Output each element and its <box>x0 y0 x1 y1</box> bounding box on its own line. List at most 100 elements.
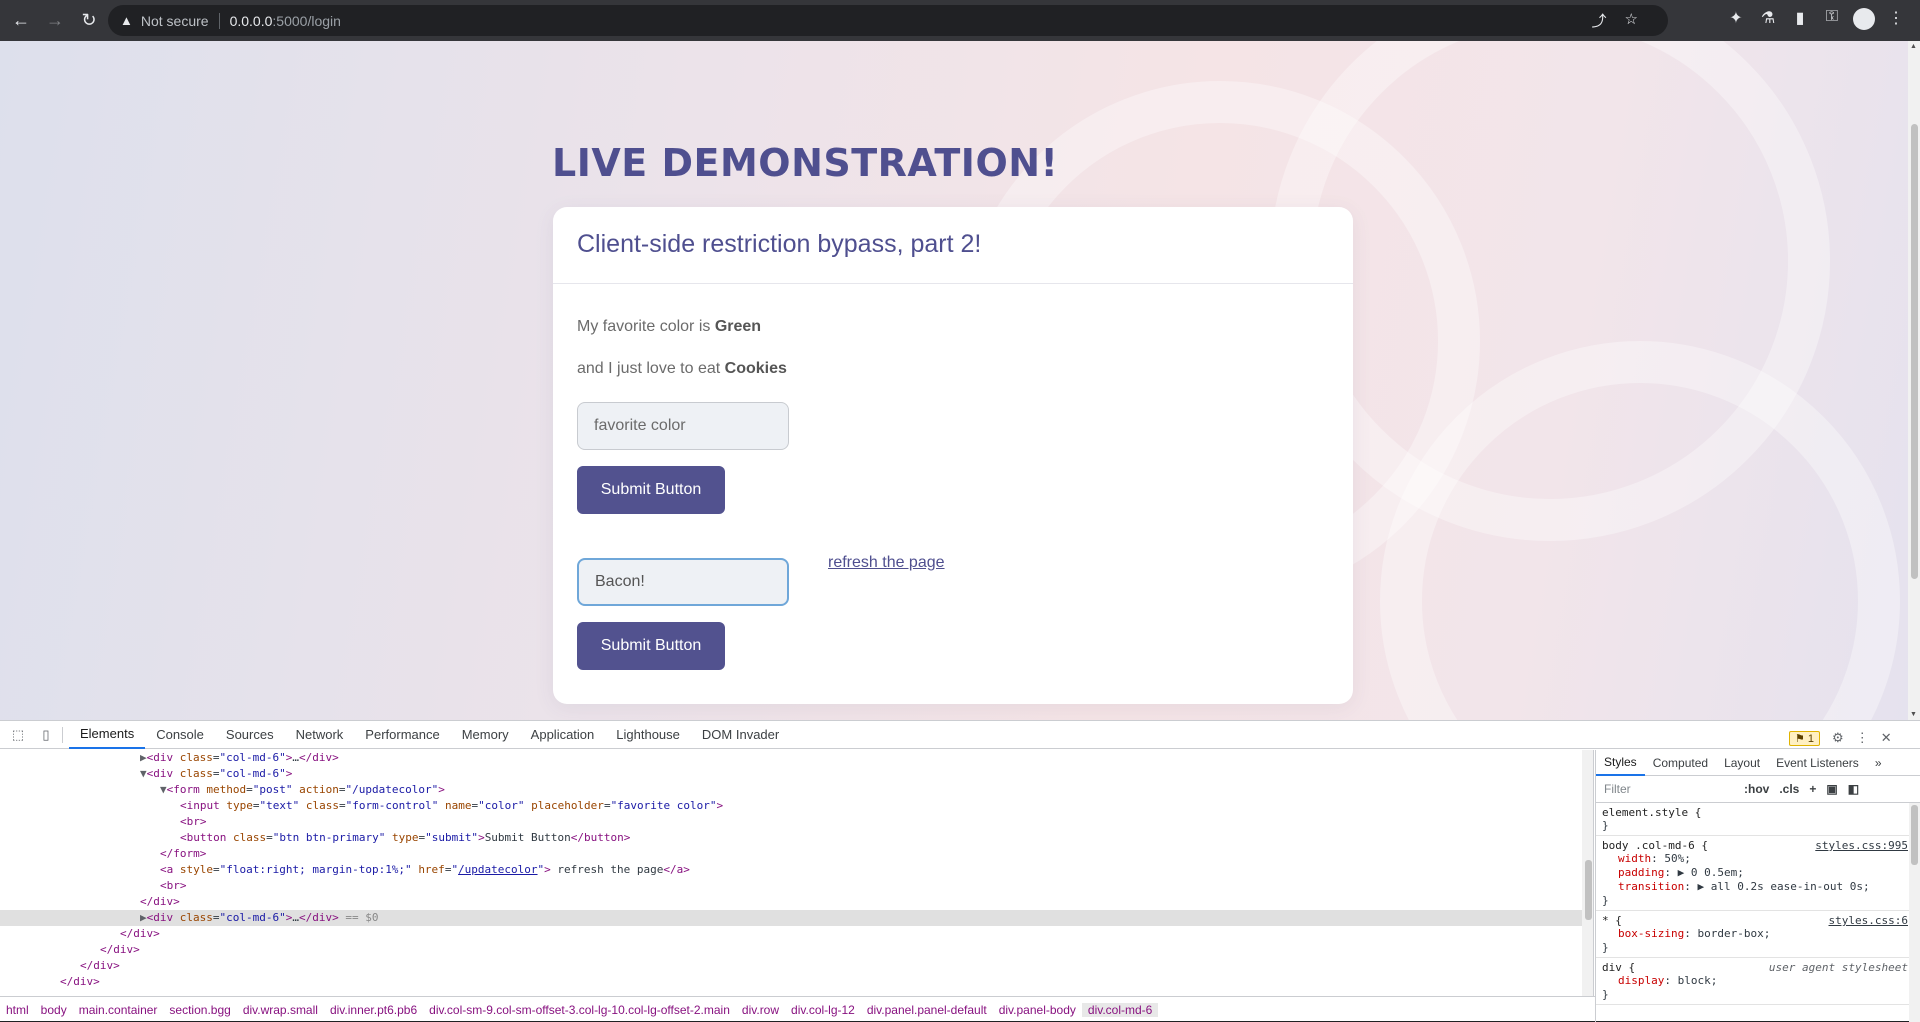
breadcrumb-item[interactable]: div.inner.pt6.pb6 <box>324 1003 423 1017</box>
breadcrumb-item[interactable]: div.col-lg-12 <box>785 1003 861 1017</box>
style-property[interactable]: box-sizing: border-box; <box>1602 927 1914 941</box>
dom-node-line[interactable]: ▶<div class="col-md-6">…</div> <box>0 750 1582 766</box>
side-panel-icon[interactable]: ▮ <box>1789 8 1811 35</box>
styles-filter-input[interactable]: Filter <box>1604 782 1744 796</box>
styles-tab-event-listeners[interactable]: Event Listeners <box>1768 750 1867 776</box>
inspect-element-icon[interactable]: ⬚ <box>8 727 28 743</box>
extensions-icon[interactable]: ✦ <box>1725 8 1747 35</box>
forward-icon[interactable]: → <box>42 8 68 34</box>
styles-tabs: Styles Computed Layout Event Listeners» <box>1596 750 1920 776</box>
cls-toggle[interactable]: .cls <box>1779 782 1799 796</box>
url-text[interactable]: 0.0.0.0:5000/login <box>230 13 341 29</box>
breadcrumb-item[interactable]: main.container <box>73 1003 164 1017</box>
toggle-sidebar-icon[interactable]: ◧ <box>1848 782 1859 796</box>
dom-tree[interactable]: ▶<div class="col-md-6">…</div> ▼<div clas… <box>0 750 1582 996</box>
style-property[interactable]: width: 50%; <box>1602 852 1914 866</box>
settings-gear-icon[interactable]: ⚙ <box>1832 730 1844 746</box>
more-tabs-icon[interactable]: » <box>1867 750 1890 776</box>
dom-node-line[interactable]: </div> <box>0 942 1582 958</box>
dom-node-line[interactable]: </div> <box>0 926 1582 942</box>
styles-scrollbar[interactable] <box>1909 803 1920 1022</box>
dom-node-line[interactable]: <br> <box>0 814 1582 830</box>
breadcrumb-item[interactable]: div.col-sm-9.col-sm-offset-3.col-lg-10.c… <box>423 1003 736 1017</box>
paint-icon[interactable]: ▣ <box>1826 782 1837 796</box>
devtools-panel: ⬚ ▯ Elements Console Sources Network Perform… <box>0 720 1920 1022</box>
more-options-icon[interactable]: ⋮ <box>1856 730 1869 746</box>
devtools-tab-dom-invader[interactable]: DOM Invader <box>691 721 790 749</box>
devtools-tab-console[interactable]: Console <box>145 721 215 749</box>
devtools-tab-lighthouse[interactable]: Lighthouse <box>605 721 691 749</box>
breadcrumb-item[interactable]: body <box>35 1003 73 1017</box>
bookmark-star-icon[interactable]: ☆ <box>1625 10 1638 31</box>
share-icon[interactable]: ⤴ <box>1592 10 1607 31</box>
devtools-tab-application[interactable]: Application <box>520 721 606 749</box>
style-property[interactable]: display: block; <box>1602 974 1914 988</box>
dom-node-line[interactable]: ▼<div class="col-md-6"> <box>0 766 1582 782</box>
style-property[interactable]: transition: ▶ all 0.2s ease-in-out 0s; <box>1602 880 1914 894</box>
reload-icon[interactable]: ↻ <box>76 8 102 34</box>
devtools-tab-performance[interactable]: Performance <box>354 721 450 749</box>
breadcrumb-item[interactable]: div.wrap.small <box>237 1003 324 1017</box>
styles-tab-layout[interactable]: Layout <box>1716 750 1768 776</box>
breadcrumb-item[interactable]: div.row <box>736 1003 785 1017</box>
style-rule[interactable]: element.style {} <box>1596 803 1920 836</box>
submit-button[interactable]: Submit Button <box>577 466 725 514</box>
breadcrumb-item[interactable]: div.col-md-6 <box>1081 1002 1159 1017</box>
style-rule[interactable]: body .col-md-6 {styles.css:995 width: 50%… <box>1596 836 1920 911</box>
dom-node-line[interactable]: <button class="btn btn-primary" type="su… <box>0 830 1582 846</box>
rule-source-link[interactable]: styles.css:6 <box>1829 914 1908 927</box>
styles-tab-styles[interactable]: Styles <box>1596 750 1645 776</box>
dom-node-line[interactable]: <br> <box>0 878 1582 894</box>
breadcrumb-item[interactable]: div.panel.panel-default <box>861 1003 993 1017</box>
page-scrollbar[interactable]: ▲ ▼ <box>1908 41 1920 720</box>
favorite-food-input[interactable]: Bacon! <box>577 558 789 606</box>
dom-node-line[interactable]: </form> <box>0 846 1582 862</box>
breadcrumb-item[interactable]: div.panel-body <box>993 1003 1082 1017</box>
styles-pane: Styles Computed Layout Event Listeners» Fil… <box>1595 750 1920 1022</box>
dom-node-line[interactable]: ▶<div class="col-md-6">…</div> == $0 <box>0 910 1582 926</box>
breadcrumb-item[interactable]: html <box>0 1003 35 1017</box>
dom-node-line[interactable]: ▼<form method="post" action="/updatecolo… <box>0 782 1582 798</box>
dom-node-line[interactable]: </div> <box>0 974 1582 990</box>
devtools-tab-network[interactable]: Network <box>285 721 355 749</box>
submit-button-2[interactable]: Submit Button <box>577 622 725 670</box>
menu-icon[interactable]: ⋮ <box>1885 8 1907 35</box>
device-toolbar-icon[interactable]: ▯ <box>36 727 56 743</box>
devtools-tab-elements[interactable]: Elements <box>69 721 146 749</box>
style-rule[interactable]: * {styles.css:6 box-sizing: border-box;} <box>1596 911 1920 958</box>
scrollbar-thumb[interactable] <box>1911 124 1918 579</box>
dom-node-line[interactable]: </div> <box>0 958 1582 974</box>
issues-badge[interactable]: ⚑ 1 <box>1789 730 1821 746</box>
security-label: Not secure <box>140 12 209 29</box>
panel: Client-side restriction bypass, part 2! … <box>553 207 1353 704</box>
flask-icon[interactable]: ⚗ <box>1757 8 1779 35</box>
devtools-tab-memory[interactable]: Memory <box>451 721 520 749</box>
style-rule[interactable]: div {user agent stylesheet display: block… <box>1596 958 1920 1005</box>
add-rule-icon[interactable]: + <box>1809 782 1816 796</box>
favorite-food-text: and I just love to eat Cookies <box>577 360 787 377</box>
dom-node-line[interactable]: </div> <box>0 894 1582 910</box>
favorite-color-value: Green <box>714 318 762 335</box>
warning-icon: ▲ <box>120 13 133 28</box>
favorite-food-value: Cookies <box>724 360 787 377</box>
breadcrumb-item[interactable]: section.bgg <box>163 1003 236 1017</box>
address-bar[interactable]: ▲ Not secure 0.0.0.0:5000/login ⤴ ☆ <box>108 5 1668 36</box>
devtools-tabs: ⬚ ▯ Elements Console Sources Network Perform… <box>0 721 1920 749</box>
styles-tab-computed[interactable]: Computed <box>1645 750 1716 776</box>
refresh-link[interactable]: refresh the page <box>828 554 945 572</box>
filter-row: Filter :hov .cls + ▣ ◧ <box>1596 776 1920 803</box>
rule-source-link[interactable]: styles.css:995 <box>1815 839 1908 852</box>
devtools-tab-sources[interactable]: Sources <box>215 721 285 749</box>
profile-avatar-icon[interactable] <box>1853 8 1875 35</box>
page-heading: LIVE DEMONSTRATION! <box>552 141 1059 185</box>
style-property[interactable]: padding: ▶ 0 0.5em; <box>1602 866 1914 880</box>
favorite-color-text: My favorite color is Green <box>577 318 762 335</box>
dom-scrollbar[interactable] <box>1582 750 1594 996</box>
dom-node-line[interactable]: <a style="float:right; margin-top:1%;" h… <box>0 862 1582 878</box>
key-icon[interactable]: ⚿ <box>1821 8 1843 35</box>
favorite-color-input[interactable]: favorite color <box>577 402 789 450</box>
hov-toggle[interactable]: :hov <box>1744 782 1769 796</box>
close-icon[interactable]: ✕ <box>1881 730 1892 746</box>
dom-node-line[interactable]: <input type="text" class="form-control" … <box>0 798 1582 814</box>
back-icon[interactable]: ← <box>8 8 34 34</box>
